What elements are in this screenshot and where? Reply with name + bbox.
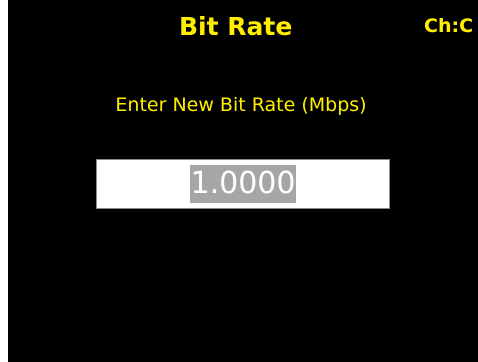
bit-rate-input[interactable]: 1.0000 xyxy=(96,159,390,209)
bit-rate-value[interactable]: 1.0000 xyxy=(189,165,297,203)
bit-rate-prompt: Enter New Bit Rate (Mbps) xyxy=(115,94,367,116)
channel-indicator: Ch:C xyxy=(424,15,474,37)
device-screen: Bit Rate Ch:C Enter New Bit Rate (Mbps) … xyxy=(8,0,478,362)
screen-title: Bit Rate xyxy=(179,12,293,41)
